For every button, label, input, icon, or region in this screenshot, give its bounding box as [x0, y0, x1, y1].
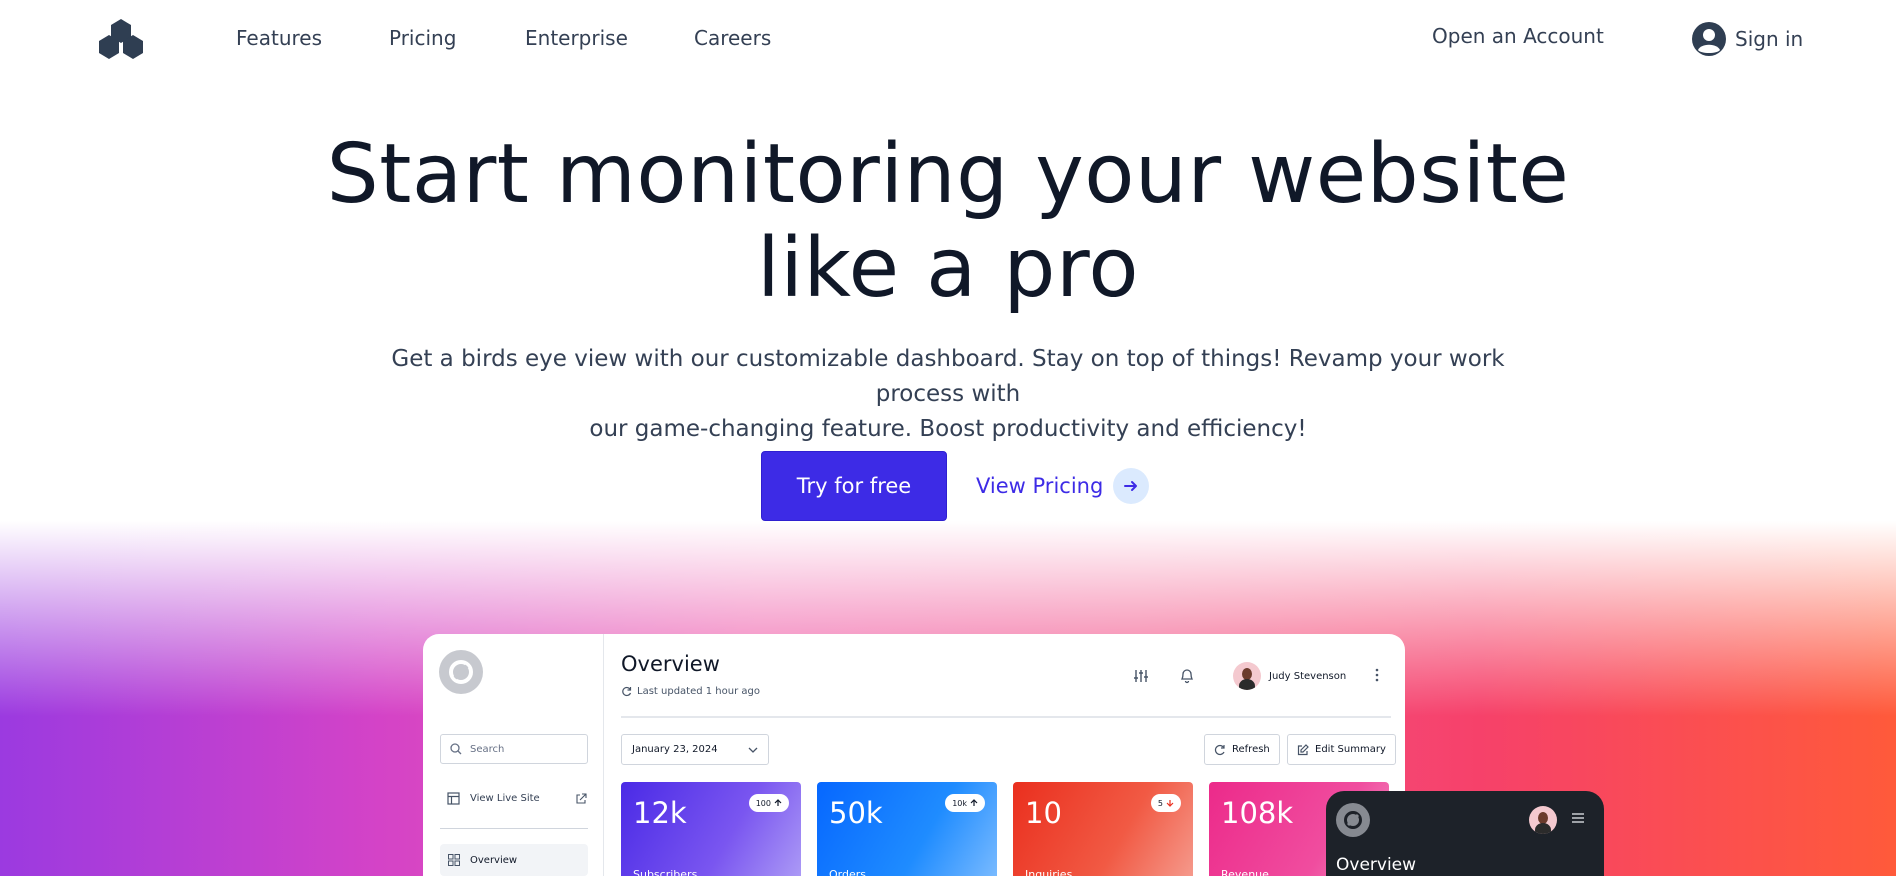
refresh-icon: [622, 686, 632, 697]
arrow-up-icon: [970, 799, 978, 806]
logo-icon[interactable]: [98, 17, 144, 60]
hero-title: Start monitoring your website like a pro: [0, 128, 1896, 316]
nav-careers[interactable]: Careers: [694, 26, 771, 50]
view-live-site-label: View Live Site: [470, 793, 540, 804]
nav-enterprise[interactable]: Enterprise: [525, 26, 628, 50]
stat-value: 108k: [1221, 796, 1294, 830]
header-divider: [621, 716, 1391, 718]
avatar: [1233, 662, 1261, 690]
arrow-up-icon: [774, 799, 782, 806]
hero-title-line2: like a pro: [756, 221, 1140, 316]
sign-in-label: Sign in: [1735, 27, 1804, 51]
refresh-button[interactable]: Refresh: [1204, 734, 1280, 765]
avatar[interactable]: [1529, 806, 1557, 834]
menu-icon[interactable]: [1571, 812, 1585, 824]
user-menu[interactable]: Judy Stevenson: [1233, 662, 1346, 690]
dashboard-preview: Search View Live Site Overview Overview …: [423, 634, 1405, 876]
search-placeholder: Search: [470, 743, 505, 755]
refresh-icon: [1214, 744, 1225, 755]
refresh-label: Refresh: [1232, 744, 1270, 755]
view-pricing-label: View Pricing: [976, 474, 1104, 498]
stat-badge: 100: [748, 794, 789, 812]
stat-card-inquiries: 10 5 Inquiries: [1013, 782, 1193, 876]
user-circle-icon: [1692, 22, 1726, 56]
user-name: Judy Stevenson: [1269, 670, 1347, 682]
dashboard-logo-icon: [439, 650, 483, 694]
date-value: January 23, 2024: [632, 744, 718, 755]
sidebar-item-overview[interactable]: Overview: [440, 844, 588, 876]
stat-badge: 10k: [945, 794, 985, 812]
mobile-title: Overview: [1336, 855, 1417, 875]
view-pricing-link[interactable]: View Pricing: [976, 467, 1150, 505]
sign-in-link[interactable]: Sign in: [1691, 21, 1803, 57]
stat-badge-text: 5: [1157, 798, 1163, 808]
stat-card-orders: 50k 10k Orders: [817, 782, 997, 876]
arrow-right-icon: [1113, 468, 1150, 504]
nav-pricing[interactable]: Pricing: [389, 26, 456, 50]
stat-badge-text: 100: [755, 798, 771, 808]
stat-badge-text: 10k: [952, 798, 967, 808]
stat-label: Orders: [829, 868, 866, 876]
stat-card-subscribers: 12k 100 Subscribers: [621, 782, 801, 876]
mobile-preview: Overview: [1326, 791, 1604, 876]
stat-badge: 5: [1150, 794, 1181, 812]
top-nav: Features Pricing Enterprise Careers Open…: [0, 0, 1896, 78]
arrow-down-icon: [1166, 800, 1174, 807]
chevron-down-icon: [748, 747, 758, 753]
grid-icon: [448, 854, 460, 866]
stat-value: 12k: [633, 796, 687, 830]
open-account-link[interactable]: Open an Account: [1432, 24, 1604, 48]
search-icon: [450, 743, 462, 755]
more-vertical-icon[interactable]: [1374, 668, 1380, 682]
last-updated: Last updated 1 hour ago: [621, 686, 760, 697]
dashboard-search-input[interactable]: Search: [440, 734, 588, 764]
sliders-icon[interactable]: [1133, 668, 1149, 684]
mobile-logo-icon: [1336, 803, 1370, 837]
stat-value: 10: [1025, 796, 1062, 830]
hero-subtitle-line1: Get a birds eye view with our customizab…: [391, 346, 1505, 407]
dashboard-sidebar: Search View Live Site Overview: [423, 634, 604, 876]
edit-summary-button[interactable]: Edit Summary: [1287, 734, 1396, 765]
stat-label: Subscribers: [633, 868, 698, 876]
stat-label: Inquiries: [1025, 868, 1073, 876]
stat-label: Revenue: [1221, 868, 1269, 876]
bell-icon[interactable]: [1180, 668, 1194, 684]
hero-subtitle: Get a birds eye view with our customizab…: [348, 342, 1548, 447]
external-link-icon: [576, 792, 587, 804]
view-live-site-link[interactable]: View Live Site: [447, 792, 587, 805]
hero-subtitle-line2: our game-changing feature. Boost product…: [589, 416, 1307, 442]
date-select[interactable]: January 23, 2024: [621, 734, 769, 765]
sidebar-divider: [440, 828, 588, 829]
dashboard-title: Overview: [621, 652, 720, 676]
sidebar-overview-label: Overview: [470, 854, 518, 866]
edit-summary-label: Edit Summary: [1315, 744, 1386, 755]
layout-icon: [447, 792, 460, 805]
nav-features[interactable]: Features: [236, 26, 322, 50]
try-for-free-button[interactable]: Try for free: [761, 451, 947, 521]
last-updated-text: Last updated 1 hour ago: [637, 686, 760, 697]
stat-value: 50k: [829, 796, 883, 830]
hero-title-line1: Start monitoring your website: [326, 127, 1570, 222]
edit-icon: [1297, 743, 1309, 755]
